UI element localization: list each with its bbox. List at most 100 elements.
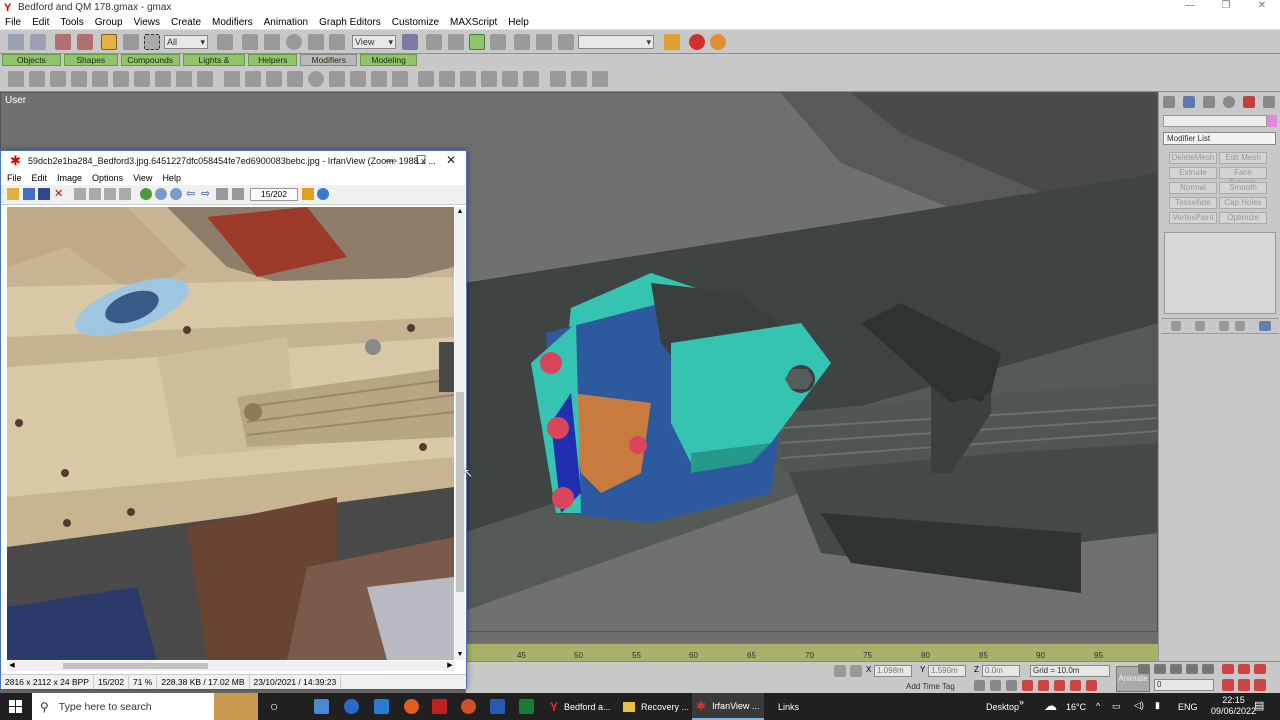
object-name-field[interactable]	[1163, 115, 1267, 127]
scroll-down-icon[interactable]: ▼	[456, 650, 464, 660]
speaker-icon[interactable]: ◁)	[1134, 700, 1144, 711]
cap-holes-button[interactable]: Cap Holes	[1219, 197, 1267, 209]
zoom-all-icon[interactable]	[1238, 664, 1250, 674]
tab-shapes[interactable]: Shapes	[63, 54, 118, 66]
modifier-tool-icon[interactable]	[571, 71, 587, 87]
menu-modifiers[interactable]: Modifiers	[207, 17, 259, 28]
modifier-tool-icon[interactable]	[350, 71, 366, 87]
minimize-icon[interactable]: —	[1172, 0, 1208, 11]
taskbar-search-box[interactable]: ⚲ Type here to search	[32, 693, 258, 720]
taskbar-clock[interactable]: 22:15 09/06/2022	[1211, 695, 1256, 717]
pin-stack-icon[interactable]	[1171, 321, 1181, 331]
modify-tab-icon[interactable]	[1183, 96, 1195, 108]
modifier-tool-icon[interactable]	[329, 71, 345, 87]
excel-app-icon[interactable]	[519, 699, 534, 714]
irf-menu-file[interactable]: File	[1, 173, 26, 183]
modifier-tool-icon[interactable]	[29, 71, 45, 87]
zoom-in-icon[interactable]	[155, 188, 167, 200]
smooth-button[interactable]: Smooth	[1219, 182, 1267, 194]
tab-helpers[interactable]: Helpers	[248, 54, 298, 66]
play-icon[interactable]	[1170, 664, 1182, 674]
select-by-name-icon[interactable]	[123, 34, 139, 50]
delete-icon[interactable]: ✕	[54, 188, 66, 200]
angle-snap-icon[interactable]	[1006, 680, 1017, 691]
zoom-extents-icon[interactable]	[1254, 664, 1266, 674]
menu-tools[interactable]: Tools	[55, 17, 89, 28]
redo-icon[interactable]	[30, 34, 46, 50]
hierarchy-tab-icon[interactable]	[1203, 96, 1215, 108]
tab-modeling[interactable]: Modeling	[360, 54, 418, 66]
move-icon[interactable]	[242, 34, 258, 50]
access-app-icon[interactable]	[432, 699, 447, 714]
arc-rotate-icon[interactable]	[1238, 679, 1250, 691]
desktop-toolbar[interactable]: Desktop	[986, 702, 1019, 712]
scroll-right-icon[interactable]: ▶	[445, 661, 455, 671]
utilities-tab-icon[interactable]	[1263, 96, 1275, 108]
modifier-tool-icon[interactable]	[197, 71, 213, 87]
modifier-tool-icon[interactable]	[481, 71, 497, 87]
taskbar-recovery-app[interactable]: Recovery ...	[619, 693, 691, 720]
region-select-icon[interactable]	[144, 34, 160, 50]
start-windows-icon[interactable]	[9, 700, 22, 713]
render-icon[interactable]	[689, 34, 705, 50]
axis-y-icon[interactable]	[448, 34, 464, 50]
links-toolbar[interactable]: Links	[778, 702, 799, 712]
info-icon[interactable]	[140, 188, 152, 200]
menu-customize[interactable]: Customize	[387, 17, 445, 28]
array-icon[interactable]	[1086, 680, 1097, 691]
mail-app-icon[interactable]	[374, 699, 389, 714]
extrude-button[interactable]: Extrude	[1169, 167, 1217, 179]
modifier-tool-icon[interactable]	[113, 71, 129, 87]
scroll-left-icon[interactable]: ◀	[7, 661, 17, 671]
modifier-tool-icon[interactable]	[392, 71, 408, 87]
x-coordinate-field[interactable]: 1.098m	[874, 665, 912, 677]
irfanview-title-bar[interactable]: ✱ 59dcb2e1ba284_Bedford3.jpg.6451227dfc0…	[1, 151, 466, 171]
properties-icon[interactable]	[302, 188, 314, 200]
cortana-icon[interactable]: ○	[270, 698, 278, 714]
link-icon[interactable]	[55, 34, 71, 50]
material-icon[interactable]	[558, 34, 574, 50]
rotate-icon[interactable]	[286, 34, 302, 50]
firefox-app-icon[interactable]	[404, 699, 419, 714]
vertexpaint-button[interactable]: VertexPaint	[1169, 212, 1217, 224]
irfanview-minimize-icon[interactable]: —	[381, 153, 401, 167]
horizontal-scroll-thumb[interactable]	[63, 663, 208, 669]
axis-z-icon[interactable]	[469, 34, 485, 50]
menu-graph-editors[interactable]: Graph Editors	[314, 17, 387, 28]
previous-image-icon[interactable]: ⇦	[186, 188, 198, 200]
viewport-label[interactable]: User	[5, 95, 26, 106]
lock-selection-icon[interactable]	[834, 665, 846, 677]
optimize-button[interactable]: Optimize	[1219, 212, 1267, 224]
modifier-tool-icon[interactable]	[155, 71, 171, 87]
snap-icon[interactable]	[329, 34, 345, 50]
axis-x-icon[interactable]	[426, 34, 442, 50]
menu-edit[interactable]: Edit	[27, 17, 55, 28]
irf-menu-view[interactable]: View	[127, 173, 156, 183]
weather-temperature[interactable]: 16°C	[1066, 702, 1086, 712]
edit-mesh-button[interactable]: Edit Mesh	[1219, 152, 1267, 164]
modifier-tool-icon[interactable]	[92, 71, 108, 87]
last-image-icon[interactable]	[232, 188, 244, 200]
spinner-snap-icon[interactable]	[1038, 680, 1049, 691]
pivot-icon[interactable]	[402, 34, 418, 50]
y-coordinate-field[interactable]: 1.590m	[928, 665, 966, 677]
modifier-tool-icon[interactable]	[502, 71, 518, 87]
reference-coordinate-select[interactable]: View	[352, 35, 396, 49]
named-selection-select[interactable]	[578, 35, 654, 49]
go-to-start-icon[interactable]	[1138, 664, 1150, 674]
modifier-tool-icon[interactable]	[71, 71, 87, 87]
open-folder-icon[interactable]	[7, 188, 19, 200]
modifier-tool-icon[interactable]	[245, 71, 261, 87]
remove-modifier-icon[interactable]	[1235, 321, 1245, 331]
modifier-tool-icon[interactable]	[592, 71, 608, 87]
help-icon[interactable]	[317, 188, 329, 200]
modifier-tool-icon[interactable]	[439, 71, 455, 87]
modifier-tool-icon[interactable]	[550, 71, 566, 87]
modifier-tool-icon[interactable]	[523, 71, 539, 87]
mirror-icon[interactable]	[514, 34, 530, 50]
irf-menu-help[interactable]: Help	[156, 173, 185, 183]
close-icon[interactable]: ✕	[1244, 0, 1280, 11]
taskbar-irfanview-app[interactable]: ✱ IrfanView ...	[692, 693, 764, 720]
word-app-icon[interactable]	[490, 699, 505, 714]
next-image-icon[interactable]: ⇨	[201, 188, 213, 200]
